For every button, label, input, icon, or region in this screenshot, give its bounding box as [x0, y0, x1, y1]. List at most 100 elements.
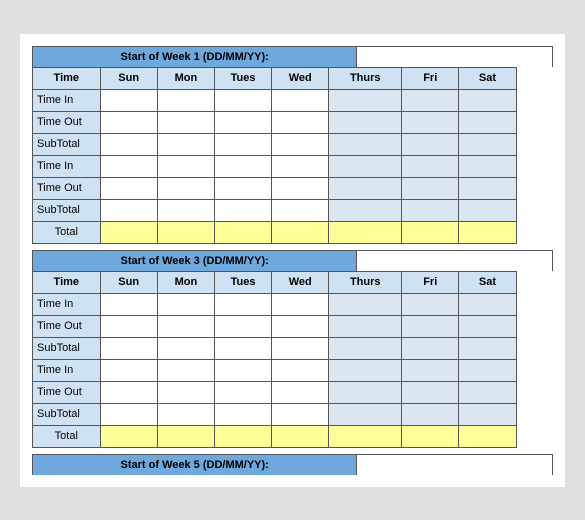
cell[interactable] [272, 111, 329, 133]
cell[interactable] [329, 111, 402, 133]
cell[interactable] [459, 155, 516, 177]
total-cell[interactable] [272, 425, 329, 447]
cell[interactable] [100, 359, 157, 381]
cell[interactable] [402, 403, 459, 425]
cell[interactable] [272, 337, 329, 359]
cell[interactable] [214, 359, 271, 381]
cell[interactable] [459, 403, 516, 425]
table-row: SubTotal [33, 403, 553, 425]
cell[interactable] [272, 133, 329, 155]
cell[interactable] [157, 89, 214, 111]
total-cell[interactable] [329, 221, 402, 243]
cell[interactable] [272, 359, 329, 381]
cell[interactable] [272, 315, 329, 337]
cell[interactable] [100, 337, 157, 359]
total-cell[interactable] [214, 425, 271, 447]
cell[interactable] [329, 89, 402, 111]
total-cell[interactable] [329, 425, 402, 447]
cell[interactable] [402, 293, 459, 315]
cell[interactable] [329, 199, 402, 221]
cell[interactable] [100, 133, 157, 155]
cell[interactable] [329, 403, 402, 425]
cell[interactable] [100, 315, 157, 337]
cell[interactable] [402, 337, 459, 359]
cell[interactable] [214, 337, 271, 359]
cell[interactable] [402, 381, 459, 403]
cell[interactable] [214, 293, 271, 315]
cell[interactable] [157, 337, 214, 359]
cell[interactable] [157, 293, 214, 315]
total-cell[interactable] [402, 221, 459, 243]
cell[interactable] [272, 155, 329, 177]
cell[interactable] [329, 293, 402, 315]
cell[interactable] [329, 381, 402, 403]
total-cell[interactable] [214, 221, 271, 243]
cell[interactable] [402, 315, 459, 337]
cell[interactable] [402, 199, 459, 221]
cell[interactable] [272, 89, 329, 111]
total-cell[interactable] [157, 425, 214, 447]
cell[interactable] [157, 133, 214, 155]
cell[interactable] [157, 111, 214, 133]
cell[interactable] [157, 199, 214, 221]
cell[interactable] [272, 177, 329, 199]
cell[interactable] [157, 155, 214, 177]
cell[interactable] [100, 403, 157, 425]
total-cell[interactable] [459, 425, 516, 447]
cell[interactable] [100, 381, 157, 403]
total-cell[interactable] [157, 221, 214, 243]
cell[interactable] [459, 177, 516, 199]
cell[interactable] [214, 403, 271, 425]
cell[interactable] [100, 111, 157, 133]
total-cell[interactable] [100, 221, 157, 243]
cell[interactable] [157, 315, 214, 337]
cell[interactable] [100, 177, 157, 199]
cell[interactable] [157, 177, 214, 199]
cell[interactable] [459, 89, 516, 111]
cell[interactable] [402, 359, 459, 381]
cell[interactable] [100, 89, 157, 111]
cell[interactable] [402, 177, 459, 199]
cell[interactable] [329, 315, 402, 337]
cell[interactable] [100, 199, 157, 221]
cell[interactable] [272, 199, 329, 221]
cell[interactable] [329, 177, 402, 199]
cell[interactable] [459, 293, 516, 315]
cell[interactable] [214, 133, 271, 155]
total-cell[interactable] [459, 221, 516, 243]
total-cell[interactable] [100, 425, 157, 447]
cell[interactable] [157, 403, 214, 425]
cell[interactable] [157, 381, 214, 403]
cell[interactable] [214, 315, 271, 337]
cell[interactable] [329, 359, 402, 381]
cell[interactable] [272, 403, 329, 425]
cell[interactable] [214, 381, 271, 403]
cell[interactable] [272, 381, 329, 403]
total-cell[interactable] [272, 221, 329, 243]
cell[interactable] [214, 111, 271, 133]
cell[interactable] [402, 133, 459, 155]
cell[interactable] [459, 359, 516, 381]
cell[interactable] [272, 293, 329, 315]
total-cell[interactable] [402, 425, 459, 447]
cell[interactable] [459, 315, 516, 337]
cell[interactable] [459, 133, 516, 155]
cell[interactable] [459, 381, 516, 403]
cell[interactable] [459, 111, 516, 133]
cell[interactable] [214, 155, 271, 177]
cell[interactable] [214, 89, 271, 111]
cell[interactable] [402, 155, 459, 177]
cell[interactable] [459, 337, 516, 359]
cell[interactable] [402, 89, 459, 111]
cell[interactable] [329, 337, 402, 359]
cell[interactable] [329, 133, 402, 155]
cell[interactable] [157, 359, 214, 381]
cell[interactable] [214, 177, 271, 199]
cell[interactable] [402, 111, 459, 133]
cell[interactable] [329, 155, 402, 177]
cell[interactable] [459, 199, 516, 221]
week3-container: Start of Week 3 (DD/MM/YY): Time Sun Mon [32, 250, 553, 448]
cell[interactable] [214, 199, 271, 221]
cell[interactable] [100, 293, 157, 315]
cell[interactable] [100, 155, 157, 177]
